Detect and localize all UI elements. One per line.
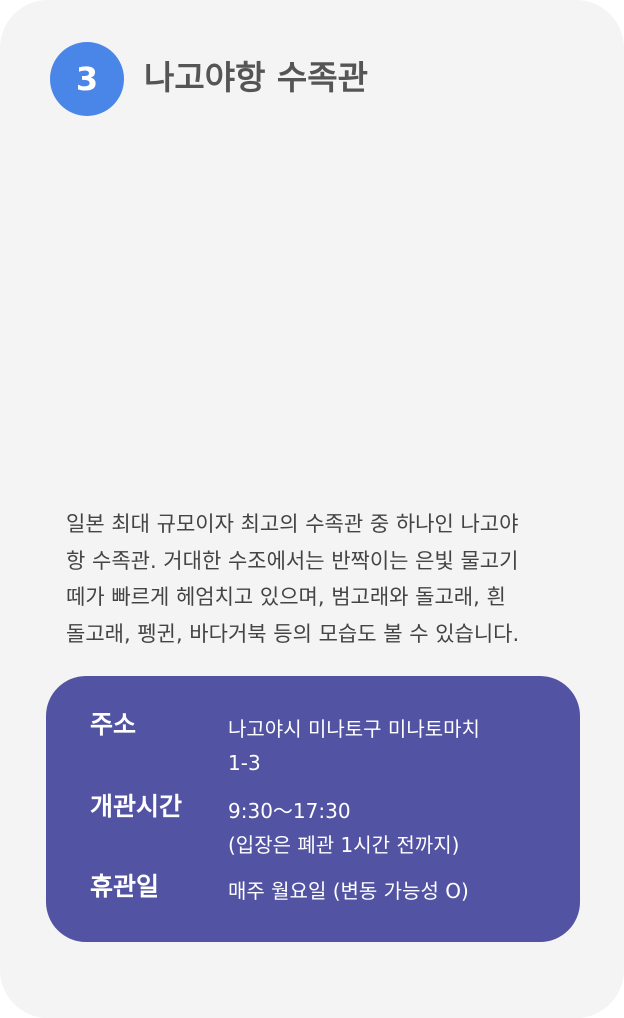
hours-label: 개관시간 — [90, 792, 183, 821]
address-label: 주소 — [90, 710, 137, 739]
info-box: 주소 나고야시 미나토구 미나토마치 1-3 개관시간 9:30～17:30 (… — [46, 676, 580, 942]
number-badge: 3 — [50, 42, 124, 116]
address-value: 나고야시 미나토구 미나토마치 1-3 — [228, 717, 480, 775]
closed-days-value: 매주 월요일 (변동 가능성 O) — [228, 879, 469, 903]
description-text: 일본 최대 규모이자 최고의 수족관 중 하나인 나고야 항 수족관. 거대한 … — [66, 512, 520, 646]
closed-days-label: 휴관일 — [90, 872, 160, 901]
card-title: 나고야항 수족관 — [144, 58, 369, 97]
attraction-card: 3 나고야항 수족관 일본 최대 규모이자 최고의 수족관 중 하나인 나고야 … — [0, 0, 624, 1018]
hours-value: 9:30～17:30 (입장은 폐관 1시간 전까지) — [228, 799, 460, 857]
